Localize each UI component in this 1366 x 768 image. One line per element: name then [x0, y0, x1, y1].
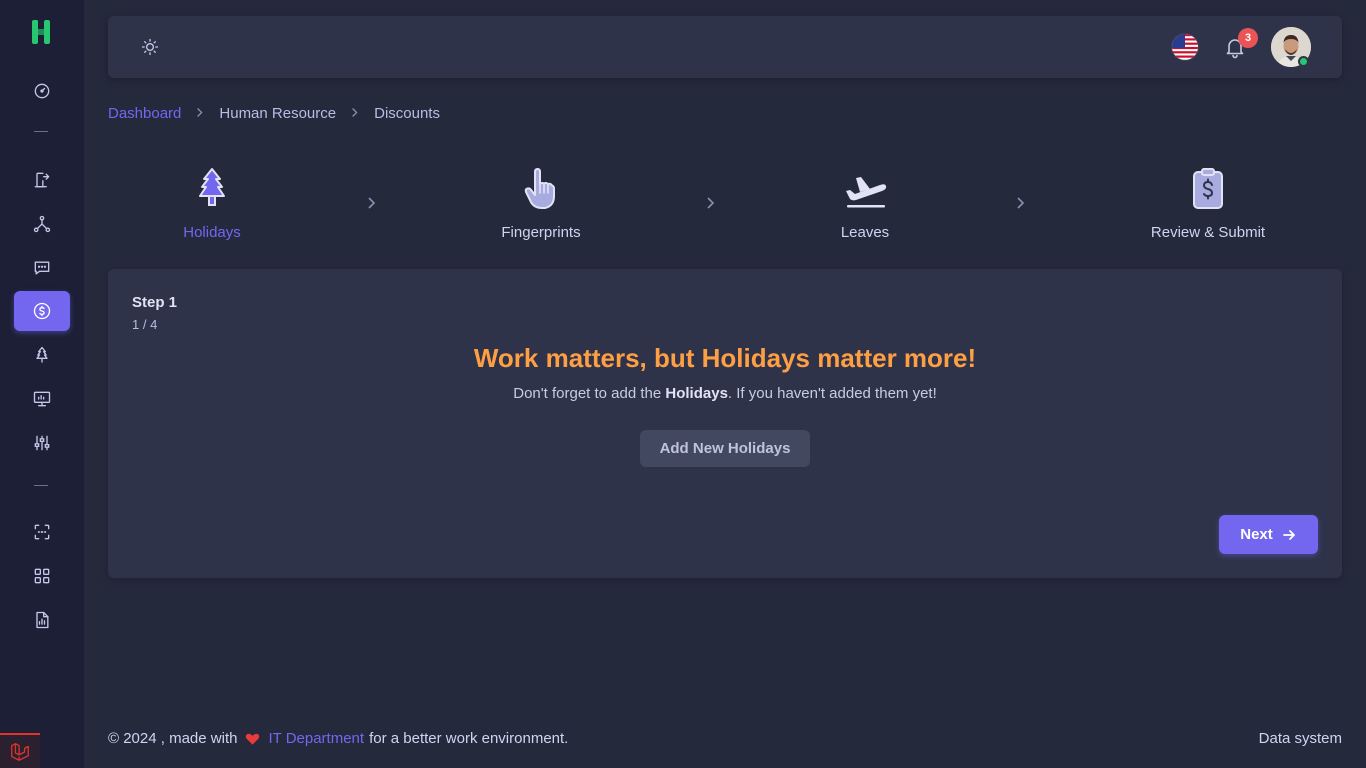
heart-icon	[246, 733, 260, 745]
clipboard-dollar-icon	[1193, 168, 1223, 209]
step-label: Leaves	[840, 224, 890, 241]
step-holidays[interactable]: Holidays	[178, 166, 246, 241]
apps-icon	[34, 568, 50, 584]
step-label: Review & Submit	[1150, 224, 1266, 241]
breadcrumb-human-resource[interactable]: Human Resource	[219, 105, 336, 122]
sliders-icon	[34, 435, 50, 451]
subline: Don't forget to add the Holidays. If you…	[108, 385, 1342, 402]
hand-pointer-icon	[524, 168, 555, 209]
breadcrumb-discounts: Discounts	[374, 104, 440, 122]
sidebar-item-exit[interactable]	[14, 160, 70, 200]
sidebar-item-holidays[interactable]	[14, 335, 70, 375]
online-status-indicator	[1298, 56, 1309, 67]
step-label: Fingerprints	[501, 224, 581, 241]
laravel-debugbar-toggle[interactable]	[0, 733, 40, 768]
door-exit-icon	[34, 172, 50, 188]
sidebar-item-dashboard[interactable]	[14, 71, 70, 111]
theme-toggle-button[interactable]	[140, 37, 160, 57]
footer-copyright: © 2024 , made with IT Department for a b…	[108, 730, 568, 747]
sun-icon	[141, 38, 159, 56]
sidebar-item-reports[interactable]	[14, 600, 70, 640]
report-icon	[36, 611, 49, 629]
sidebar-item-scan[interactable]	[14, 512, 70, 552]
wizard-card: Step 1 1 / 4 Work matters, but Holidays …	[108, 269, 1342, 578]
copyright-text: © 2024 , made with	[108, 730, 238, 747]
add-new-holidays-button[interactable]: Add New Holidays	[640, 430, 810, 467]
sidebar-item-discounts[interactable]	[14, 291, 70, 331]
step-review-submit[interactable]: Review & Submit	[1148, 166, 1268, 241]
breadcrumb: Dashboard Human Resource Discounts	[108, 103, 440, 123]
next-button[interactable]: Next	[1219, 515, 1318, 554]
subline-bold: Holidays	[665, 385, 728, 402]
subline-prefix: Don't forget to add the	[513, 385, 666, 402]
gauge-icon	[34, 83, 50, 99]
notification-count-badge: 3	[1238, 28, 1258, 48]
footer-data-system: Data system	[1258, 730, 1342, 747]
arrow-right-icon	[1282, 529, 1295, 540]
sidebar-item-messages[interactable]	[14, 248, 70, 288]
sidebar-divider	[34, 131, 48, 132]
step-leaves[interactable]: Leaves	[838, 166, 892, 241]
footer-tagline: for a better work environment.	[369, 730, 569, 747]
scan-icon	[34, 524, 50, 540]
plane-departure-icon	[846, 177, 887, 208]
breadcrumb-dashboard[interactable]: Dashboard	[108, 105, 181, 122]
next-button-label: Next	[1240, 526, 1273, 543]
language-switcher[interactable]	[1171, 33, 1199, 61]
step-title: Step 1	[132, 294, 178, 311]
chevron-right-icon	[1015, 196, 1027, 210]
message-icon	[34, 261, 50, 275]
sidebar-divider	[34, 485, 48, 486]
laravel-icon	[11, 742, 29, 761]
us-flag-icon	[1172, 34, 1198, 60]
step-count: 1 / 4	[132, 317, 158, 332]
sidebar-item-settings[interactable]	[14, 423, 70, 463]
sidebar-item-network[interactable]	[14, 204, 70, 244]
top-navbar: 3	[108, 16, 1342, 78]
chevron-right-icon	[366, 196, 378, 210]
it-department-link[interactable]: IT Department	[268, 730, 364, 747]
network-icon	[33, 215, 51, 233]
subline-suffix: . If you haven't added them yet!	[727, 385, 937, 402]
sidebar	[0, 0, 84, 768]
chevron-right-icon	[705, 196, 717, 210]
dollar-icon	[33, 302, 51, 320]
chevron-right-icon	[351, 106, 359, 121]
presentation-icon	[33, 391, 51, 407]
step-fingerprints[interactable]: Fingerprints	[495, 166, 587, 241]
tree-icon	[199, 168, 225, 206]
headline: Work matters, but Holidays matter more!	[473, 343, 977, 373]
step-label: Holidays	[183, 224, 241, 241]
tree-icon	[36, 346, 48, 363]
app-logo[interactable]	[29, 18, 53, 46]
sidebar-item-presentation[interactable]	[14, 379, 70, 419]
chevron-right-icon	[196, 106, 204, 121]
sidebar-item-apps[interactable]	[14, 556, 70, 596]
